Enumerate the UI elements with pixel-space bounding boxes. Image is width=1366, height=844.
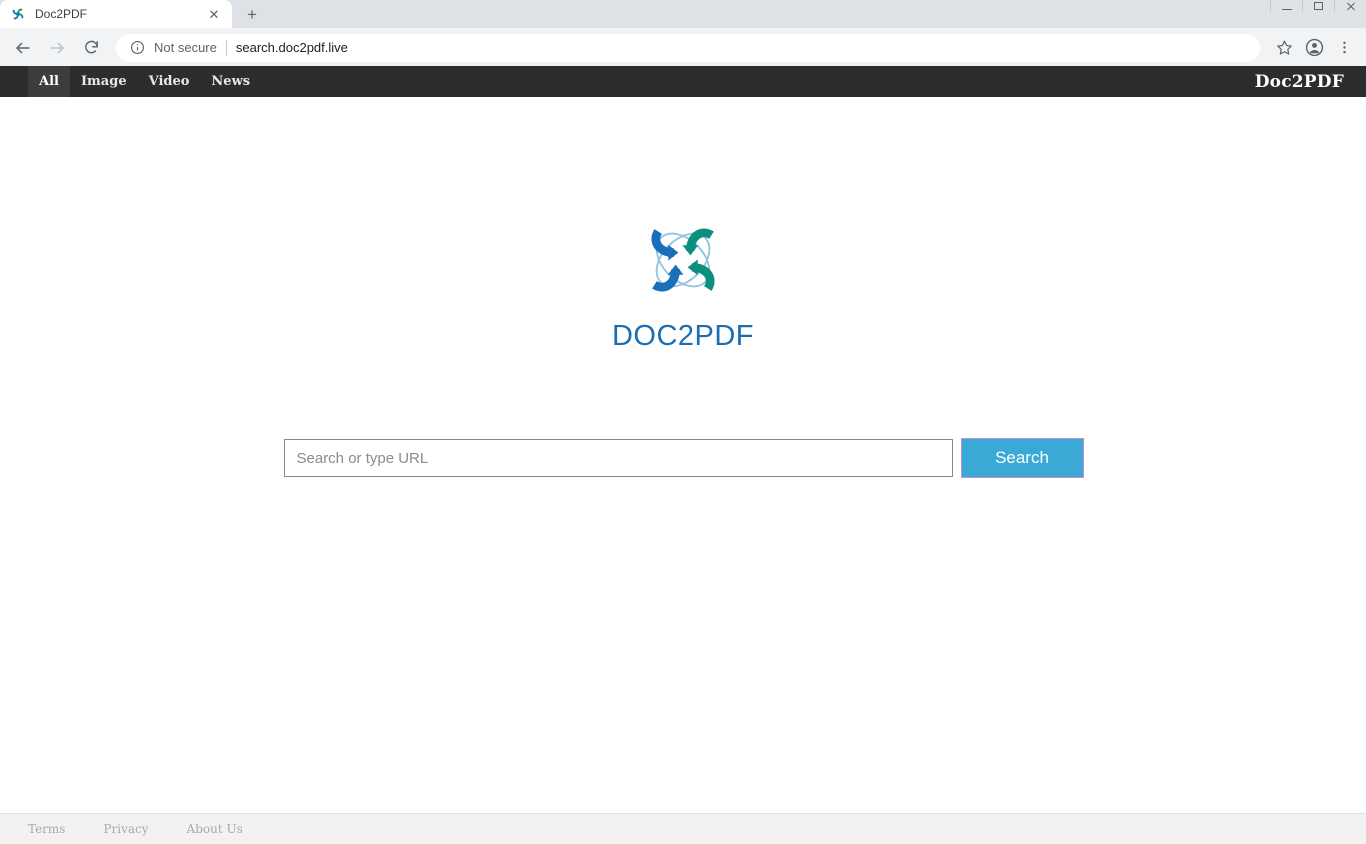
site-brand-logo[interactable]: Doc2PDF [1255, 66, 1344, 97]
address-bar[interactable]: Not secure search.doc2pdf.live [116, 33, 1260, 62]
new-tab-button[interactable]: + [238, 0, 266, 28]
site-navigation-bar: All Image Video News Doc2PDF [0, 66, 1366, 97]
address-bar-divider [225, 39, 227, 56]
doc2pdf-pinwheel-logo-icon [634, 214, 732, 306]
account-avatar-icon[interactable] [1300, 34, 1328, 62]
star-icon[interactable] [1270, 34, 1298, 62]
site-nav-items: All Image Video News [28, 66, 261, 97]
window-minimize-button[interactable] [1270, 0, 1302, 12]
doc2pdf-favicon-icon [10, 6, 26, 22]
nav-tab-all[interactable]: All [28, 66, 70, 97]
url-text: search.doc2pdf.live [235, 40, 348, 55]
nav-tab-image[interactable]: Image [70, 66, 138, 97]
hero-section: DOC2PDF Search [0, 97, 1366, 477]
browser-window: Doc2PDF ✕ + Not secure search.doc2pdf.li… [0, 0, 1366, 844]
browser-toolbar: Not secure search.doc2pdf.live [0, 28, 1366, 68]
doc2pdf-wordmark: DOC2PDF [611, 320, 755, 352]
security-status-label: Not secure [154, 40, 217, 55]
not-secure-info-icon[interactable] [130, 40, 146, 56]
forward-button[interactable] [42, 33, 72, 63]
window-maximize-button[interactable] [1302, 0, 1334, 12]
footer-link-about-us[interactable]: About Us [187, 822, 243, 836]
browser-tab[interactable]: Doc2PDF ✕ [0, 0, 232, 28]
tab-strip: Doc2PDF ✕ + [0, 0, 1366, 28]
back-button[interactable] [8, 33, 38, 63]
footer-link-privacy[interactable]: Privacy [103, 822, 148, 836]
search-input[interactable] [283, 439, 953, 477]
window-controls [1270, 0, 1366, 12]
window-close-button[interactable] [1334, 0, 1366, 12]
search-row: Search [283, 439, 1083, 477]
three-dot-menu-icon[interactable] [1330, 34, 1358, 62]
search-button[interactable]: Search [961, 439, 1083, 477]
footer-link-terms[interactable]: Terms [28, 822, 65, 836]
tab-close-icon[interactable]: ✕ [206, 6, 222, 22]
page-content: All Image Video News Doc2PDF DOC2PDF Sea… [0, 66, 1366, 844]
tab-title: Doc2PDF [35, 7, 88, 21]
nav-tab-news[interactable]: News [200, 66, 261, 97]
nav-tab-video[interactable]: Video [138, 66, 201, 97]
site-footer: Terms Privacy About Us [0, 813, 1366, 844]
reload-button[interactable] [76, 33, 106, 63]
